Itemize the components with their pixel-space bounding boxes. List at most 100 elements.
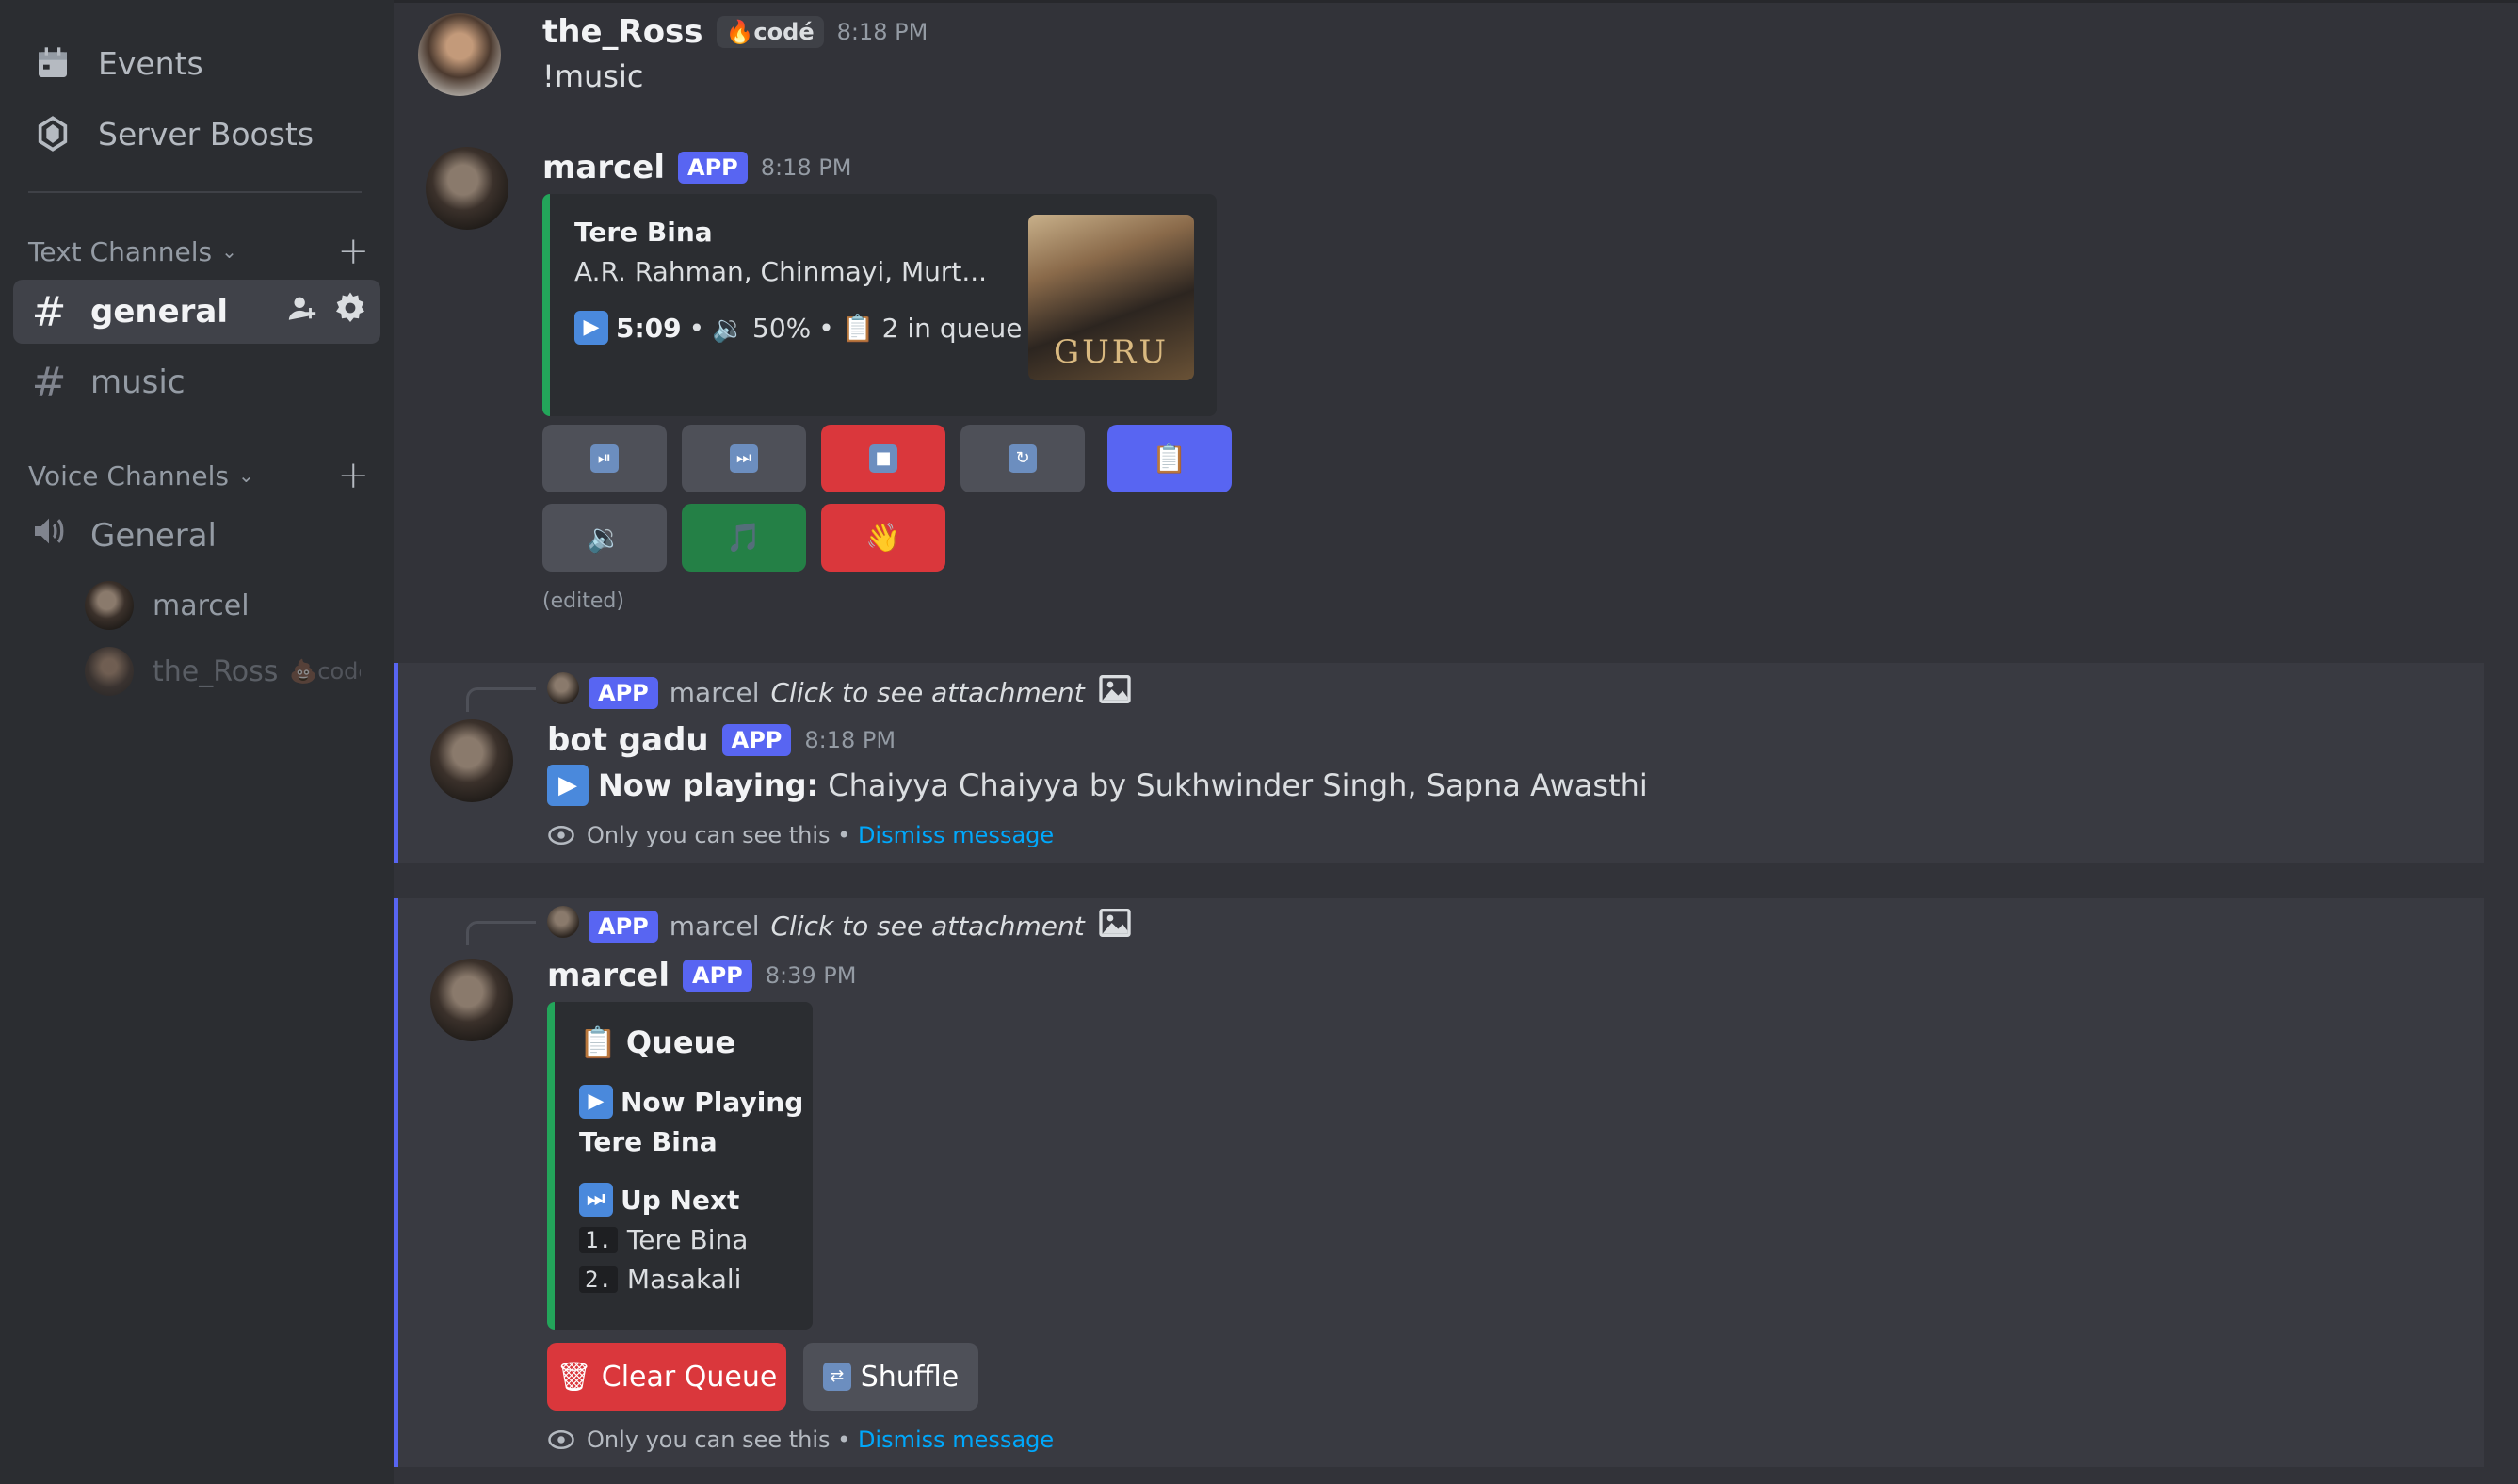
app-badge: APP <box>678 152 748 184</box>
up-next-heading: ⏭ Up Next <box>579 1183 739 1217</box>
server-boosts-label: Server Boosts <box>98 115 315 153</box>
add-text-channel-icon[interactable]: + <box>337 230 369 273</box>
voice-user-the-ross[interactable]: the_Ross 💩codé <box>85 643 380 700</box>
voice-channels-category[interactable]: Voice Channels ⌄ + <box>28 454 369 497</box>
invite-people-icon[interactable] <box>286 292 318 331</box>
clipboard-icon: 📋 <box>841 312 875 344</box>
play-pause-button[interactable]: ⏯ <box>542 425 667 492</box>
now-playing-heading: ▶ Now Playing <box>579 1085 803 1119</box>
text-channels-category[interactable]: Text Channels ⌄ + <box>28 230 369 273</box>
separator: • <box>818 312 834 344</box>
channel-music[interactable]: # music <box>13 350 380 414</box>
playback-status: ▶ 5:09 • 🔉 50% • 📋 2 in queue <box>574 311 1023 345</box>
reply-preview[interactable]: APP marcel Click to see attachment <box>589 670 1134 715</box>
queue-button[interactable]: 📋 <box>1107 425 1232 492</box>
queue-title: 📋 Queue <box>579 1024 736 1060</box>
dismiss-message-link[interactable]: Dismiss message <box>858 822 1054 848</box>
message-header: bot gadu APP 8:18 PM <box>547 721 896 759</box>
loop-button[interactable]: ↻ <box>960 425 1085 492</box>
reply-text: Click to see attachment <box>770 911 1085 942</box>
avatar <box>85 647 134 696</box>
play-pause-icon: ⏯ <box>590 444 619 473</box>
stop-button[interactable]: ■ <box>821 425 945 492</box>
app-badge: APP <box>721 724 792 756</box>
chat-area: the_Ross 🔥codé 8:18 PM !music marcel APP… <box>394 0 2518 1484</box>
now-playing-label: Now playing: <box>598 767 819 803</box>
now-playing-embed: Tere Bina A.R. Rahman, Chinmayi, Murt...… <box>542 194 1217 416</box>
shuffle-button[interactable]: ⇄ Shuffle <box>803 1343 978 1411</box>
music-button[interactable]: 🎵 <box>682 504 806 572</box>
channel-general[interactable]: # general <box>13 280 380 344</box>
hash-icon: # <box>31 358 67 407</box>
eye-icon <box>548 1430 574 1449</box>
ephemeral-note: Only you can see this • Dismiss message <box>547 1426 1054 1454</box>
channel-general-label: general <box>90 293 229 331</box>
avatar[interactable] <box>430 959 513 1041</box>
timestamp: 8:18 PM <box>760 154 852 181</box>
ephemeral-message: APP marcel Click to see attachment marce… <box>394 898 2484 1467</box>
username[interactable]: the_Ross <box>542 13 703 51</box>
shuffle-label: Shuffle <box>860 1360 960 1394</box>
avatar[interactable] <box>426 147 508 230</box>
play-icon: ▶ <box>547 765 589 806</box>
dismiss-message-link[interactable]: Dismiss message <box>858 1427 1054 1453</box>
item-number: 2. <box>579 1266 618 1293</box>
username[interactable]: bot gadu <box>547 721 709 759</box>
ephemeral-note: Only you can see this • Dismiss message <box>547 821 1054 849</box>
top-border <box>394 0 2518 3</box>
item-name: Tere Bina <box>626 1224 749 1255</box>
repeat-icon: ↻ <box>1009 444 1037 473</box>
timestamp: 8:39 PM <box>765 962 857 989</box>
list-item: 2. Masakali <box>579 1264 741 1295</box>
timestamp: 8:18 PM <box>836 19 928 45</box>
events-item[interactable]: Events <box>13 32 380 94</box>
sidebar-divider <box>28 191 362 193</box>
reply-connector <box>466 687 536 712</box>
avatar <box>547 672 579 704</box>
leave-button[interactable]: 👋 <box>821 504 945 572</box>
channel-settings-gear-icon[interactable] <box>333 291 367 332</box>
role-badge: 🔥codé <box>716 16 824 48</box>
username[interactable]: marcel <box>542 149 665 186</box>
ephemeral-text: Only you can see this • <box>587 1427 851 1453</box>
events-label: Events <box>98 44 203 82</box>
skip-next-icon: ⏭ <box>579 1183 613 1217</box>
image-icon <box>1096 670 1134 715</box>
speaker-icon: 🔉 <box>587 521 622 555</box>
clipboard-icon: 📋 <box>1152 442 1187 476</box>
server-boosts-item[interactable]: Server Boosts <box>13 103 380 165</box>
voice-user-marcel[interactable]: marcel <box>85 577 380 634</box>
message-header: marcel APP 8:18 PM <box>542 149 851 186</box>
avatar[interactable] <box>418 13 501 96</box>
image-icon <box>1096 904 1134 948</box>
volume: 50% <box>752 312 812 344</box>
skip-button[interactable]: ⏭ <box>682 425 806 492</box>
reply-preview[interactable]: APP marcel Click to see attachment <box>589 904 1134 948</box>
avatar[interactable] <box>430 719 513 802</box>
music-note-icon: 🎵 <box>726 521 762 555</box>
clipboard-icon: 📋 <box>579 1024 617 1060</box>
voice-channel-general[interactable]: General <box>13 504 380 568</box>
speaker-icon <box>30 512 68 560</box>
eye-icon <box>548 826 574 845</box>
volume-button[interactable]: 🔉 <box>542 504 667 572</box>
voice-channels-label: Voice Channels <box>28 460 229 492</box>
reply-text: Click to see attachment <box>770 677 1085 708</box>
avatar <box>547 906 579 938</box>
queue-count: 2 in queue <box>881 312 1023 344</box>
app-badge: APP <box>683 960 752 992</box>
add-voice-channel-icon[interactable]: + <box>337 454 369 497</box>
hash-icon: # <box>31 287 67 336</box>
voice-user-name: the_Ross <box>153 654 279 688</box>
album-art[interactable]: GURU <box>1028 215 1194 380</box>
now-playing-track: Tere Bina <box>579 1126 718 1157</box>
channel-sidebar: Events Server Boosts Text Channels ⌄ + #… <box>0 0 394 1484</box>
clear-queue-button[interactable]: 🗑 Clear Queue <box>547 1343 786 1411</box>
play-icon: ▶ <box>574 311 608 345</box>
now-playing-track: Chaiyya Chaiyya by Sukhwinder Singh, Sap… <box>828 767 1648 803</box>
reply-author: marcel <box>669 677 760 708</box>
avatar <box>85 581 134 630</box>
message-text: ▶ Now playing: Chaiyya Chaiyya by Sukhwi… <box>547 765 1648 806</box>
username[interactable]: marcel <box>547 957 670 994</box>
app-badge: APP <box>589 910 658 943</box>
